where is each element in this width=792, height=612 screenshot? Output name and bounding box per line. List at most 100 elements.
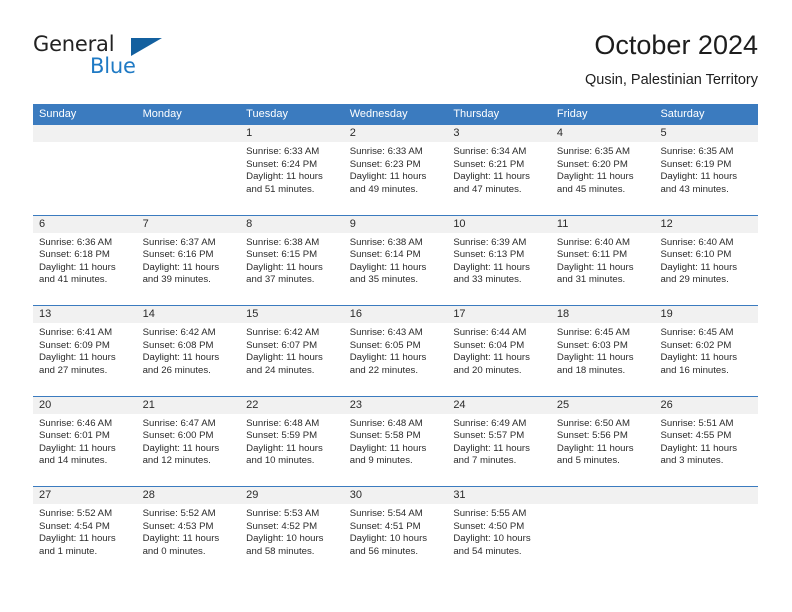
day-detail-sunset: Sunset: 6:01 PM: [39, 430, 110, 442]
day-detail-sunrise: Sunrise: 6:44 AM: [453, 327, 527, 338]
calendar-day-cell[interactable]: 7 Sunrise: 6:37 AM Sunset: 6:16 PM Daylight…: [136, 215, 241, 306]
day-detail-sunset: Sunset: 5:56 PM: [556, 430, 628, 442]
day-detail-daylight2: and 39 minutes.: [142, 274, 211, 286]
calendar-day-cell[interactable]: 2 Sunrise: 6:33 AM Sunset: 6:23 PM Daylight…: [343, 125, 448, 215]
calendar-day-cell[interactable]: 31 Sunrise: 5:55 AM Sunset: 4:50 PM Dayligh…: [447, 487, 551, 578]
day-details: Sunrise: 6:36 AM Sunset: 6:18 PM Daylight:…: [33, 233, 137, 287]
day-detail-sunset: Sunset: 6:19 PM: [660, 158, 732, 170]
day-number: 31: [447, 487, 551, 504]
day-number: 19: [654, 306, 759, 323]
calendar-day-cell[interactable]: 4 Sunrise: 6:35 AM Sunset: 6:20 PM Daylight…: [550, 125, 655, 215]
day-detail-sunrise: Sunrise: 5:52 AM: [142, 508, 216, 519]
day-detail-sunset: Sunset: 6:11 PM: [556, 249, 628, 261]
calendar-day-cell[interactable]: 30 Sunrise: 5:54 AM Sunset: 4:51 PM Dayligh…: [343, 487, 448, 578]
day-detail-daylight2: and 54 minutes.: [453, 545, 522, 557]
day-detail-daylight2: and 58 minutes.: [246, 545, 315, 557]
calendar-day-cell[interactable]: 6 Sunrise: 6:36 AM Sunset: 6:18 PM Daylight…: [33, 215, 137, 306]
day-number: 4: [550, 125, 655, 142]
calendar-day-cell[interactable]: 29 Sunrise: 5:53 AM Sunset: 4:52 PM Dayligh…: [240, 487, 344, 578]
day-detail-daylight2: and 12 minutes.: [142, 455, 211, 467]
day-detail-daylight1: Daylight: 11 hours: [556, 442, 634, 454]
calendar-day-cell[interactable]: 15 Sunrise: 6:42 AM Sunset: 6:07 PM Dayligh…: [240, 306, 344, 396]
day-detail-daylight1: Daylight: 11 hours: [660, 352, 738, 364]
day-detail-sunset: Sunset: 6:21 PM: [453, 158, 525, 170]
day-number: 7: [136, 215, 241, 233]
page-title: October 2024: [594, 30, 758, 60]
calendar-day-cell[interactable]: 3 Sunrise: 6:34 AM Sunset: 6:21 PM Daylight…: [447, 125, 551, 215]
calendar-day-cell[interactable]: 24 Sunrise: 6:49 AM Sunset: 5:57 PM Dayligh…: [447, 396, 551, 487]
calendar-day-cell[interactable]: 17 Sunrise: 6:44 AM Sunset: 6:04 PM Dayligh…: [447, 306, 551, 396]
calendar-day-cell[interactable]: 13 Sunrise: 6:41 AM Sunset: 6:09 PM Dayligh…: [33, 306, 137, 396]
day-detail-sunrise: Sunrise: 6:39 AM: [453, 236, 527, 248]
day-of-week-header: Thursday: [453, 108, 500, 120]
day-detail-daylight2: and 47 minutes.: [453, 183, 522, 195]
day-of-week-header: Saturday: [660, 108, 705, 120]
calendar-day-cell[interactable]: 18 Sunrise: 6:45 AM Sunset: 6:03 PM Dayligh…: [550, 306, 655, 396]
day-detail-sunrise: Sunrise: 6:38 AM: [349, 236, 423, 248]
calendar-day-cell[interactable]: 9 Sunrise: 6:38 AM Sunset: 6:14 PM Daylight…: [343, 215, 448, 306]
day-detail-sunrise: Sunrise: 6:34 AM: [453, 146, 527, 157]
day-detail-daylight1: Daylight: 11 hours: [349, 261, 427, 273]
day-details: Sunrise: 6:45 AM Sunset: 6:02 PM Daylight:…: [654, 323, 758, 377]
day-detail-daylight2: and 14 minutes.: [39, 455, 108, 467]
day-detail-daylight1: Daylight: 11 hours: [660, 261, 738, 273]
calendar-day-cell[interactable]: 22 Sunrise: 6:48 AM Sunset: 5:59 PM Dayligh…: [240, 396, 344, 487]
day-details: Sunrise: 6:35 AM Sunset: 6:19 PM Daylight:…: [654, 142, 758, 196]
day-detail-daylight2: and 22 minutes.: [349, 364, 419, 376]
day-number: 25: [550, 396, 655, 414]
day-details: Sunrise: 6:38 AM Sunset: 6:14 PM Daylight:…: [344, 233, 448, 287]
day-details: Sunrise: 6:43 AM Sunset: 6:05 PM Daylight:…: [344, 323, 448, 377]
calendar-day-cell[interactable]: 27 Sunrise: 5:52 AM Sunset: 4:54 PM Dayligh…: [33, 487, 137, 578]
calendar-day-cell[interactable]: 25 Sunrise: 6:50 AM Sunset: 5:56 PM Dayligh…: [550, 396, 655, 487]
day-detail-sunrise: Sunrise: 6:33 AM: [349, 146, 423, 157]
calendar-day-cell[interactable]: 11 Sunrise: 6:40 AM Sunset: 6:11 PM Dayligh…: [550, 215, 655, 306]
day-detail-daylight1: Daylight: 11 hours: [142, 261, 220, 273]
calendar-day-cell[interactable]: 1 Sunrise: 6:33 AM Sunset: 6:24 PM Daylight…: [240, 125, 344, 215]
calendar-day-cell[interactable]: 16 Sunrise: 6:43 AM Sunset: 6:05 PM Dayligh…: [343, 306, 448, 396]
day-detail-daylight1: Daylight: 11 hours: [39, 261, 116, 273]
day-details: Sunrise: 5:51 AM Sunset: 4:55 PM Daylight:…: [654, 414, 758, 468]
calendar-empty-cell: [654, 487, 759, 578]
day-detail-sunrise: Sunrise: 6:41 AM: [39, 327, 113, 338]
day-detail-daylight2: and 1 minute.: [39, 545, 98, 557]
calendar-day-cell[interactable]: 14 Sunrise: 6:42 AM Sunset: 6:08 PM Dayligh…: [136, 306, 241, 396]
day-detail-daylight1: Daylight: 11 hours: [349, 352, 427, 364]
day-details: Sunrise: 6:33 AM Sunset: 6:24 PM Daylight:…: [240, 142, 344, 196]
day-detail-daylight2: and 51 minutes.: [246, 183, 315, 195]
calendar-day-cell[interactable]: 8 Sunrise: 6:38 AM Sunset: 6:15 PM Daylight…: [240, 215, 344, 306]
day-detail-daylight1: Daylight: 11 hours: [39, 533, 116, 545]
day-detail-daylight1: Daylight: 11 hours: [660, 171, 738, 183]
calendar-day-cell[interactable]: 26 Sunrise: 5:51 AM Sunset: 4:55 PM Dayligh…: [654, 396, 759, 487]
calendar-day-cell[interactable]: 21 Sunrise: 6:47 AM Sunset: 6:00 PM Dayligh…: [136, 396, 241, 487]
day-detail-sunset: Sunset: 4:50 PM: [453, 520, 525, 532]
calendar-day-cell[interactable]: 5 Sunrise: 6:35 AM Sunset: 6:19 PM Daylight…: [654, 125, 759, 215]
day-detail-sunrise: Sunrise: 5:51 AM: [660, 417, 734, 429]
page-header: General Blue October 2024 Qusin, Palesti…: [33, 28, 758, 98]
day-detail-daylight1: Daylight: 11 hours: [246, 442, 323, 454]
day-detail-sunrise: Sunrise: 6:37 AM: [142, 236, 216, 248]
day-detail-daylight2: and 31 minutes.: [556, 274, 626, 286]
calendar-day-cell[interactable]: 23 Sunrise: 6:48 AM Sunset: 5:58 PM Dayligh…: [343, 396, 448, 487]
day-details: Sunrise: 6:48 AM Sunset: 5:59 PM Daylight:…: [240, 414, 344, 468]
day-number: 15: [240, 306, 344, 323]
calendar-day-cell[interactable]: 10 Sunrise: 6:39 AM Sunset: 6:13 PM Dayligh…: [447, 215, 551, 306]
calendar-empty-cell: [136, 125, 241, 215]
day-detail-daylight2: and 7 minutes.: [453, 455, 517, 467]
calendar-day-cell[interactable]: 19 Sunrise: 6:45 AM Sunset: 6:02 PM Dayligh…: [654, 306, 759, 396]
day-detail-sunset: Sunset: 5:59 PM: [246, 430, 318, 442]
calendar-day-cell[interactable]: 28 Sunrise: 5:52 AM Sunset: 4:53 PM Dayligh…: [136, 487, 241, 578]
day-detail-sunrise: Sunrise: 5:54 AM: [349, 508, 423, 519]
day-details: Sunrise: 6:42 AM Sunset: 6:08 PM Daylight:…: [137, 323, 241, 377]
day-detail-sunrise: Sunrise: 5:52 AM: [39, 508, 113, 519]
day-detail-sunrise: Sunrise: 5:53 AM: [246, 508, 320, 519]
day-detail-daylight2: and 56 minutes.: [349, 545, 419, 557]
day-detail-daylight2: and 29 minutes.: [660, 274, 729, 286]
day-of-week-header: Monday: [142, 108, 182, 120]
day-detail-sunrise: Sunrise: 6:36 AM: [39, 236, 113, 248]
day-detail-sunrise: Sunrise: 6:49 AM: [453, 417, 527, 429]
day-number: 23: [343, 396, 448, 414]
calendar-day-cell[interactable]: 20 Sunrise: 6:46 AM Sunset: 6:01 PM Dayligh…: [33, 396, 137, 487]
day-number: 21: [136, 396, 241, 414]
calendar-day-cell[interactable]: 12 Sunrise: 6:40 AM Sunset: 6:10 PM Dayligh…: [654, 215, 759, 306]
day-detail-sunrise: Sunrise: 5:55 AM: [453, 508, 527, 519]
